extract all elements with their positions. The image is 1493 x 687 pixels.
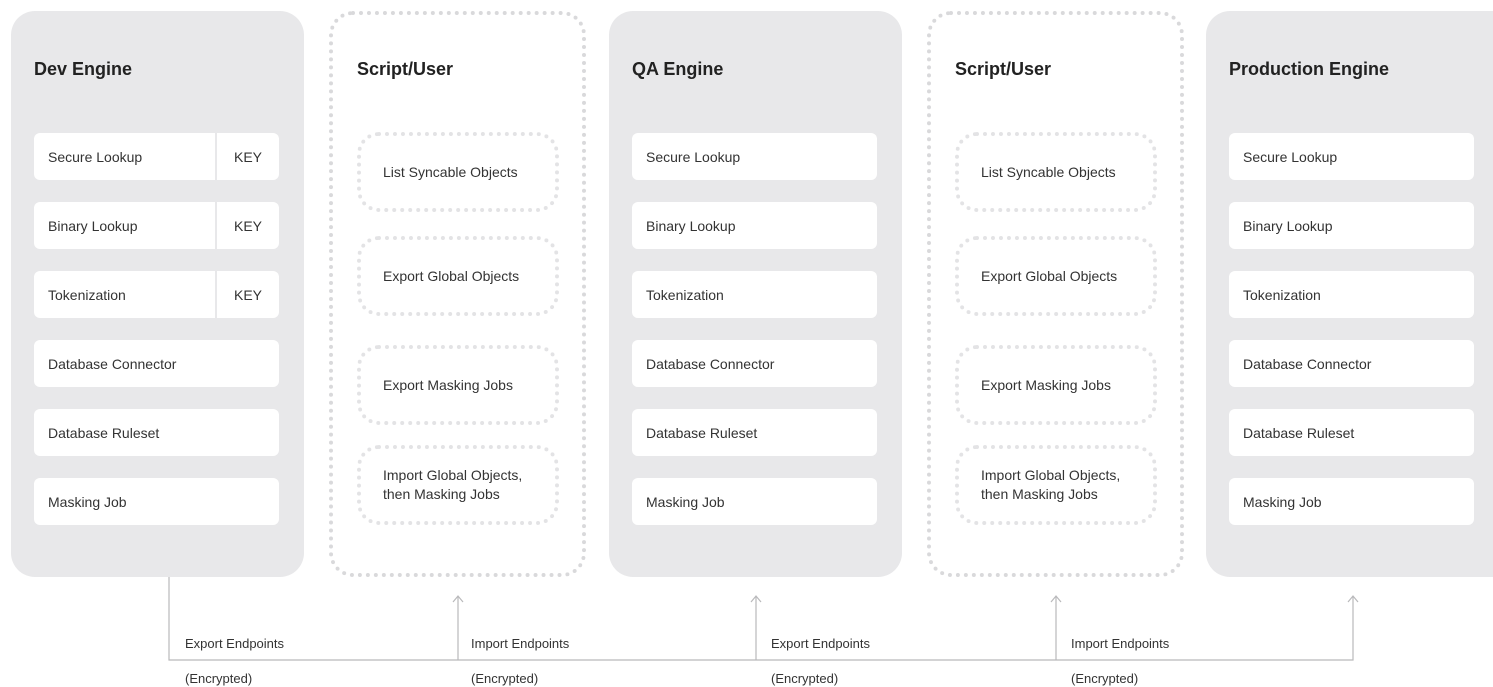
connector-note: (Encrypted): [771, 671, 839, 686]
connector-label: Import Endpoints: [1071, 636, 1170, 651]
connector-note: (Encrypted): [185, 671, 253, 686]
connector-label: Export Endpoints: [771, 636, 871, 651]
connector-label: Export Endpoints: [185, 636, 285, 651]
connector-line: [168, 577, 1354, 661]
connector-note: (Encrypted): [471, 671, 539, 686]
connector-lines: [168, 577, 1359, 661]
connector-note: (Encrypted): [1071, 671, 1139, 686]
connector-label: Import Endpoints: [471, 636, 570, 651]
